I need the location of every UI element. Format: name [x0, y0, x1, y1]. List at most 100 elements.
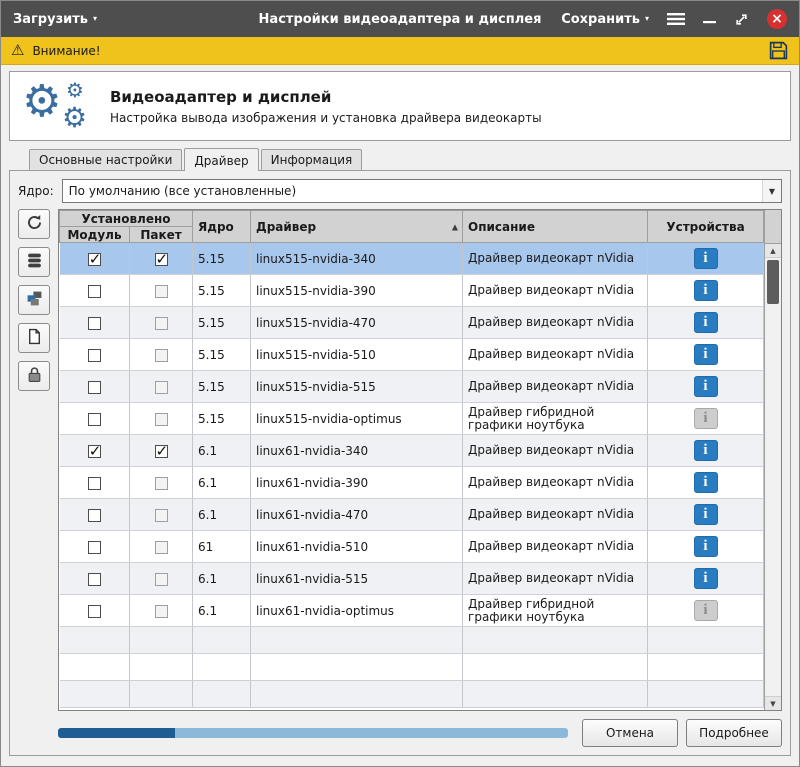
info-button[interactable]: i	[694, 280, 718, 301]
table-row[interactable]: 5.15 linux515-nvidia-515 Драйвер видеока…	[60, 371, 764, 403]
refresh-button[interactable]	[18, 209, 50, 239]
info-button[interactable]: i	[694, 408, 718, 429]
minimize-icon[interactable]	[703, 13, 716, 25]
package-checkbox[interactable]	[155, 573, 168, 586]
lock-icon	[26, 366, 43, 386]
hamburger-menu-icon[interactable]	[667, 12, 685, 26]
table-row[interactable]: 5.15 linux515-nvidia-510 Драйвер видеока…	[60, 339, 764, 371]
tab-information[interactable]: Информация	[261, 149, 363, 170]
kernel-cell: 5.15	[193, 307, 251, 339]
table-scrollbar[interactable]: ▲ ▼	[764, 210, 781, 710]
kernel-cell: 61	[193, 531, 251, 563]
package-checkbox[interactable]	[155, 381, 168, 394]
info-button[interactable]: i	[694, 472, 718, 493]
col-header-devices[interactable]: Устройства	[648, 211, 764, 243]
scrollbar-corner	[765, 210, 781, 244]
table-row[interactable]: 5.15 linux515-nvidia-optimus Драйвер гиб…	[60, 403, 764, 435]
description-cell: Драйвер гибридной графики ноутбука	[463, 403, 648, 435]
save-menu-button[interactable]: Сохранить ▾	[561, 12, 649, 27]
table-row[interactable]: 61 linux61-nvidia-510 Драйвер видеокарт …	[60, 531, 764, 563]
table-row[interactable]: ✓ ✓ 5.15 linux515-nvidia-340 Драйвер вид…	[60, 243, 764, 275]
info-icon: i	[703, 347, 707, 362]
description-cell: Драйвер видеокарт nVidia	[463, 499, 648, 531]
empty-row	[60, 654, 764, 681]
database-button[interactable]	[18, 247, 50, 277]
info-button[interactable]: i	[694, 568, 718, 589]
description-cell: Драйвер видеокарт nVidia	[463, 563, 648, 595]
scroll-up-button[interactable]: ▲	[765, 244, 781, 258]
app-window: Настройки видеоадаптера и дисплея Загруз…	[0, 0, 800, 767]
col-header-driver[interactable]: Драйвер ▲	[251, 211, 463, 243]
module-checkbox[interactable]	[88, 573, 101, 586]
save-disk-icon[interactable]	[768, 40, 789, 61]
info-button[interactable]: i	[694, 376, 718, 397]
info-button[interactable]: i	[694, 344, 718, 365]
package-checkbox[interactable]	[155, 509, 168, 522]
cancel-button[interactable]: Отмена	[582, 719, 678, 747]
driver-table-body: ✓ ✓ 5.15 linux515-nvidia-340 Драйвер вид…	[60, 243, 764, 708]
table-row[interactable]: 5.15 linux515-nvidia-390 Драйвер видеока…	[60, 275, 764, 307]
module-checkbox[interactable]	[88, 317, 101, 330]
app-header: ⚙ ⚙ ⚙ Видеоадаптер и дисплей Настройка в…	[9, 71, 791, 141]
col-header-kernel[interactable]: Ядро	[193, 211, 251, 243]
module-checkbox[interactable]	[88, 541, 101, 554]
module-checkbox[interactable]	[88, 509, 101, 522]
module-checkbox[interactable]	[88, 477, 101, 490]
driver-cell: linux515-nvidia-470	[251, 307, 463, 339]
load-menu-button[interactable]: Загрузить ▾	[13, 12, 97, 27]
tab-general-settings[interactable]: Основные настройки	[29, 149, 182, 170]
package-checkbox[interactable]	[155, 477, 168, 490]
package-checkbox[interactable]	[155, 541, 168, 554]
chevron-down-icon: ▾	[645, 15, 649, 23]
module-checkbox[interactable]	[88, 413, 101, 426]
close-icon[interactable]: ×	[767, 9, 787, 29]
col-header-module[interactable]: Модуль	[60, 227, 130, 243]
tab-driver[interactable]: Драйвер	[184, 148, 258, 171]
warning-icon: ⚠	[11, 43, 24, 58]
module-checkbox[interactable]: ✓	[88, 445, 101, 458]
package-checkbox[interactable]	[155, 285, 168, 298]
details-button[interactable]: Подробнее	[686, 719, 782, 747]
module-checkbox[interactable]	[88, 381, 101, 394]
scroll-down-button[interactable]: ▼	[765, 696, 781, 710]
module-checkbox[interactable]: ✓	[88, 253, 101, 266]
package-checkbox[interactable]: ✓	[155, 253, 168, 266]
col-header-installed[interactable]: Установлено	[60, 211, 193, 227]
table-row[interactable]: 6.1 linux61-nvidia-optimus Драйвер гибри…	[60, 595, 764, 627]
package-checkbox[interactable]	[155, 349, 168, 362]
description-cell: Драйвер видеокарт nVidia	[463, 531, 648, 563]
module-checkbox[interactable]	[88, 605, 101, 618]
maximize-icon[interactable]	[734, 12, 749, 27]
table-row[interactable]: 6.1 linux61-nvidia-470 Драйвер видеокарт…	[60, 499, 764, 531]
package-checkbox[interactable]	[155, 605, 168, 618]
package-checkbox[interactable]	[155, 317, 168, 330]
document-button[interactable]	[18, 323, 50, 353]
info-button[interactable]: i	[694, 312, 718, 333]
col-header-package[interactable]: Пакет	[130, 227, 193, 243]
gear-small-glyph: ⚙	[66, 80, 84, 100]
save-menu-label: Сохранить	[561, 12, 640, 27]
lock-button[interactable]	[18, 361, 50, 391]
driver-table-container: Установлено Ядро Драйвер ▲ Описание Устр…	[58, 209, 782, 711]
info-icon: i	[703, 315, 707, 330]
col-header-description[interactable]: Описание	[463, 211, 648, 243]
info-icon: i	[703, 379, 707, 394]
info-button[interactable]: i	[694, 440, 718, 461]
kernel-select[interactable]: По умолчанию (все установленные) ▼	[62, 179, 782, 203]
info-button[interactable]: i	[694, 248, 718, 269]
kernel-cell: 6.1	[193, 563, 251, 595]
module-checkbox[interactable]	[88, 285, 101, 298]
package-checkbox[interactable]: ✓	[155, 445, 168, 458]
driver-cell: linux515-nvidia-optimus	[251, 403, 463, 435]
module-checkbox[interactable]	[88, 349, 101, 362]
table-row[interactable]: ✓ ✓ 6.1 linux61-nvidia-340 Драйвер видео…	[60, 435, 764, 467]
package-checkbox[interactable]	[155, 413, 168, 426]
table-row[interactable]: 6.1 linux61-nvidia-515 Драйвер видеокарт…	[60, 563, 764, 595]
info-button[interactable]: i	[694, 536, 718, 557]
info-button[interactable]: i	[694, 600, 718, 621]
table-row[interactable]: 5.15 linux515-nvidia-470 Драйвер видеока…	[60, 307, 764, 339]
scrollbar-thumb[interactable]	[767, 260, 779, 304]
table-row[interactable]: 6.1 linux61-nvidia-390 Драйвер видеокарт…	[60, 467, 764, 499]
info-button[interactable]: i	[694, 504, 718, 525]
packages-button[interactable]	[18, 285, 50, 315]
